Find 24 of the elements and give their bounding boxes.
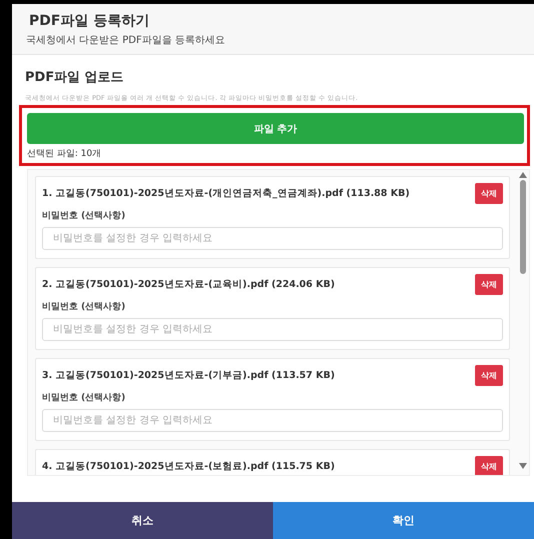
password-label: 비밀번호 (선택사항)	[42, 210, 126, 222]
section-title: PDF파일 업로드	[25, 69, 125, 86]
file-name: 3. 고길동(750101)-2025년도자료-(기부금).pdf (113.57 KB)	[42, 369, 335, 382]
confirm-button[interactable]: 확인	[273, 502, 534, 539]
password-label: 비밀번호 (선택사항)	[42, 301, 126, 313]
scroll-down-icon[interactable]	[519, 463, 527, 469]
password-field[interactable]: 비밀번호를 설정한 경우 입력하세요	[42, 409, 503, 432]
file-name: 4. 고길동(750101)-2025년도자료-(보험료).pdf (115.75 KB)	[42, 460, 335, 473]
file-name: 1. 고길동(750101)-2025년도자료-(개인연금저축_연금계좌).pdf (113.88 KB)	[42, 187, 410, 200]
password-field[interactable]: 비밀번호를 설정한 경우 입력하세요	[42, 318, 503, 341]
scroll-up-icon[interactable]	[519, 172, 527, 178]
delete-button[interactable]: 삭제	[475, 274, 503, 295]
selected-count: 선택된 파일: 10개	[27, 148, 102, 160]
scrollbar-thumb[interactable]	[520, 180, 526, 274]
file-name: 2. 고길동(750101)-2025년도자료-(교육비).pdf (224.06 KB)	[42, 278, 335, 291]
add-file-button[interactable]: 파일 추가	[27, 113, 524, 144]
password-field[interactable]: 비밀번호를 설정한 경우 입력하세요	[42, 227, 503, 250]
delete-button[interactable]: 삭제	[475, 456, 503, 475]
delete-button[interactable]: 삭제	[475, 183, 503, 204]
dialog-subtitle: 국세청에서 다운받은 PDF파일을 등록하세요	[26, 34, 226, 47]
password-label: 비밀번호 (선택사항)	[42, 392, 126, 404]
dialog-title: PDF파일 등록하기	[28, 12, 150, 30]
delete-button[interactable]: 삭제	[475, 365, 503, 386]
cancel-button[interactable]: 취소	[12, 502, 273, 539]
